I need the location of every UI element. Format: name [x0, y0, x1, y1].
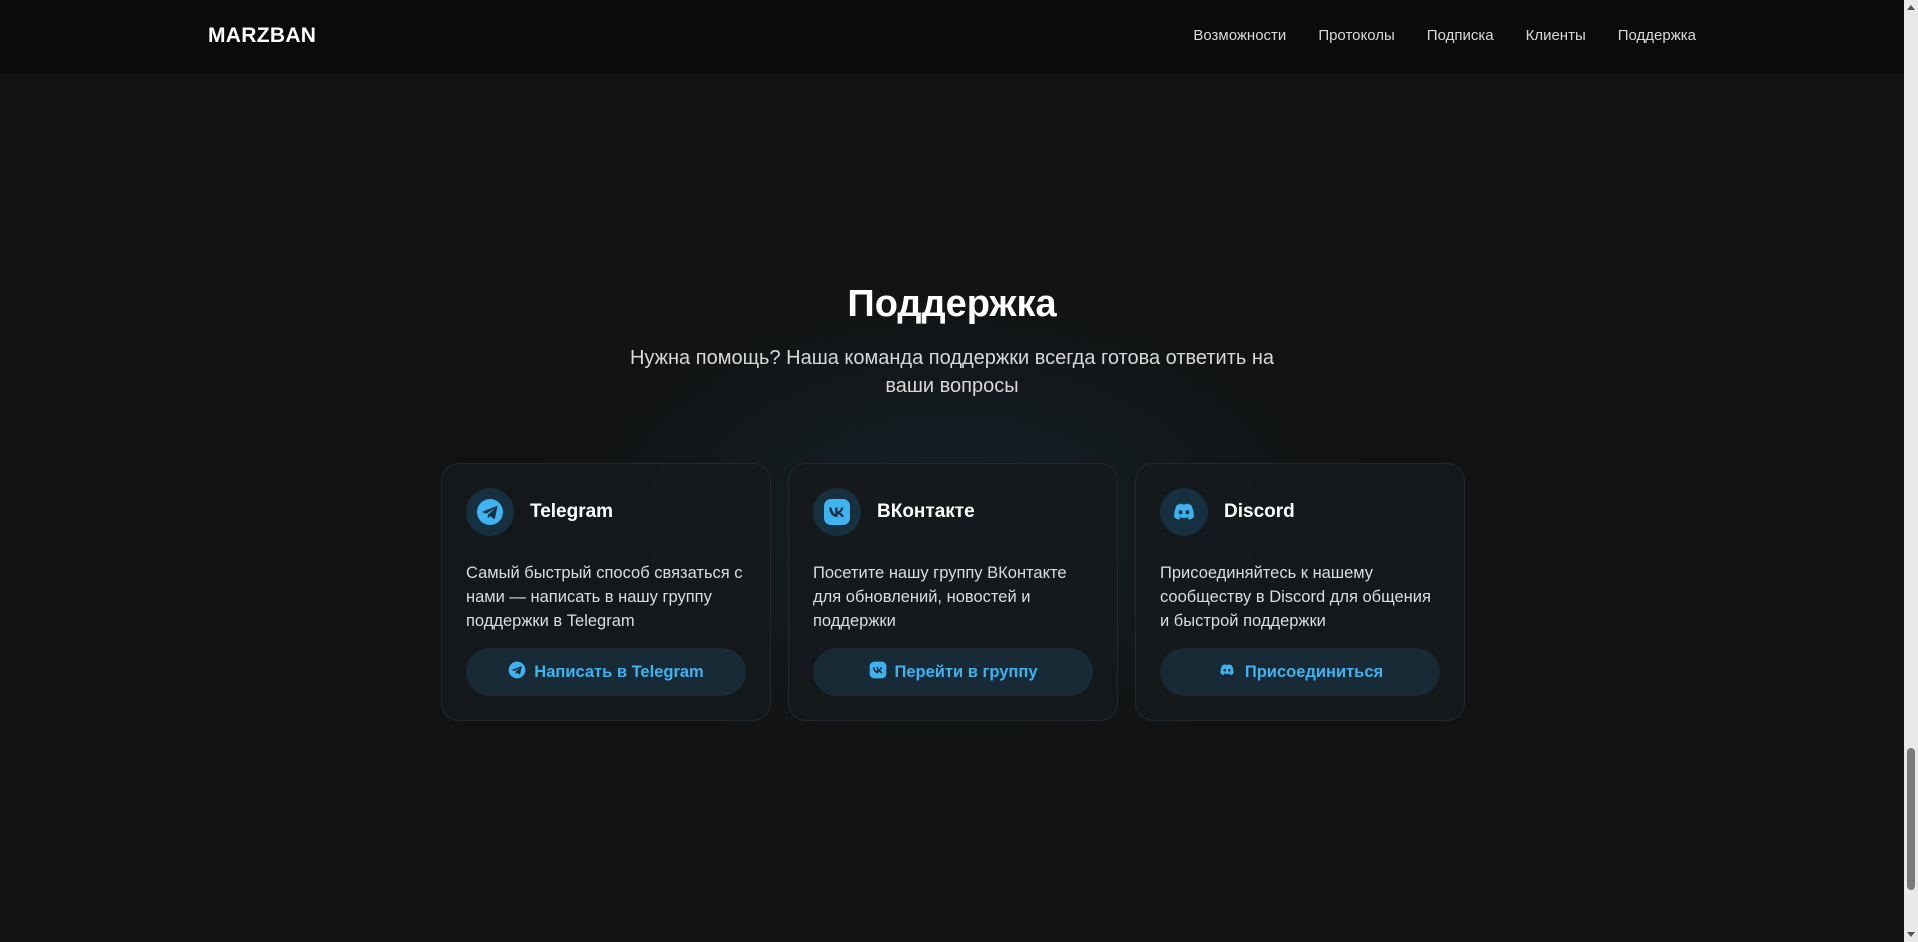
support-cards: Telegram Самый быстрый способ связаться …: [441, 463, 1465, 721]
card-header: ВКонтакте: [813, 488, 1093, 536]
card-title: Discord: [1224, 501, 1295, 522]
main-nav: Возможности Протоколы Подписка Клиенты П…: [1193, 27, 1696, 44]
scroll-down-icon[interactable]: [1907, 932, 1915, 937]
scroll-up-icon[interactable]: [1907, 5, 1915, 10]
card-title: ВКонтакте: [877, 501, 975, 522]
discord-button[interactable]: Присоединиться: [1160, 648, 1440, 696]
card-header: Discord: [1160, 488, 1440, 536]
vk-card: ВКонтакте Посетите нашу группу ВКонтакте…: [788, 463, 1118, 721]
logo[interactable]: MARZBAN: [208, 24, 316, 48]
vk-button[interactable]: Перейти в группу: [813, 648, 1093, 696]
nav-link-protocols[interactable]: Протоколы: [1318, 27, 1394, 44]
scrollbar-thumb[interactable]: [1907, 748, 1915, 890]
button-label: Написать в Telegram: [534, 662, 704, 681]
card-description: Самый быстрый способ связаться с нами — …: [466, 564, 743, 630]
discord-card: Discord Присоединяйтесь к нашему сообщес…: [1135, 463, 1465, 721]
vk-icon: [869, 661, 887, 684]
section-title: Поддержка: [847, 283, 1057, 325]
card-description: Посетите нашу группу ВКонтакте для обнов…: [813, 564, 1067, 630]
section-subtitle: Нужна помощь? Наша команда поддержки все…: [629, 347, 1275, 397]
discord-icon: [1217, 660, 1237, 685]
card-description: Присоединяйтесь к нашему сообществу в Di…: [1160, 564, 1431, 630]
top-header: MARZBAN Возможности Протоколы Подписка К…: [0, 0, 1904, 75]
card-title: Telegram: [530, 501, 614, 522]
card-header: Telegram: [466, 488, 746, 536]
vk-icon: [813, 488, 861, 536]
button-label: Перейти в группу: [894, 662, 1038, 681]
telegram-icon: [466, 488, 514, 536]
telegram-icon: [508, 661, 526, 684]
nav-link-clients[interactable]: Клиенты: [1526, 27, 1586, 44]
vertical-scrollbar[interactable]: [1904, 0, 1918, 942]
nav-link-support[interactable]: Поддержка: [1618, 27, 1696, 44]
button-label: Присоединиться: [1244, 662, 1384, 681]
telegram-card: Telegram Самый быстрый способ связаться …: [441, 463, 771, 721]
nav-link-features[interactable]: Возможности: [1193, 27, 1286, 44]
discord-icon: [1160, 488, 1208, 536]
nav-link-subscription[interactable]: Подписка: [1427, 27, 1494, 44]
telegram-button[interactable]: Написать в Telegram: [466, 648, 746, 696]
page: MARZBAN Возможности Протоколы Подписка К…: [0, 0, 1918, 942]
